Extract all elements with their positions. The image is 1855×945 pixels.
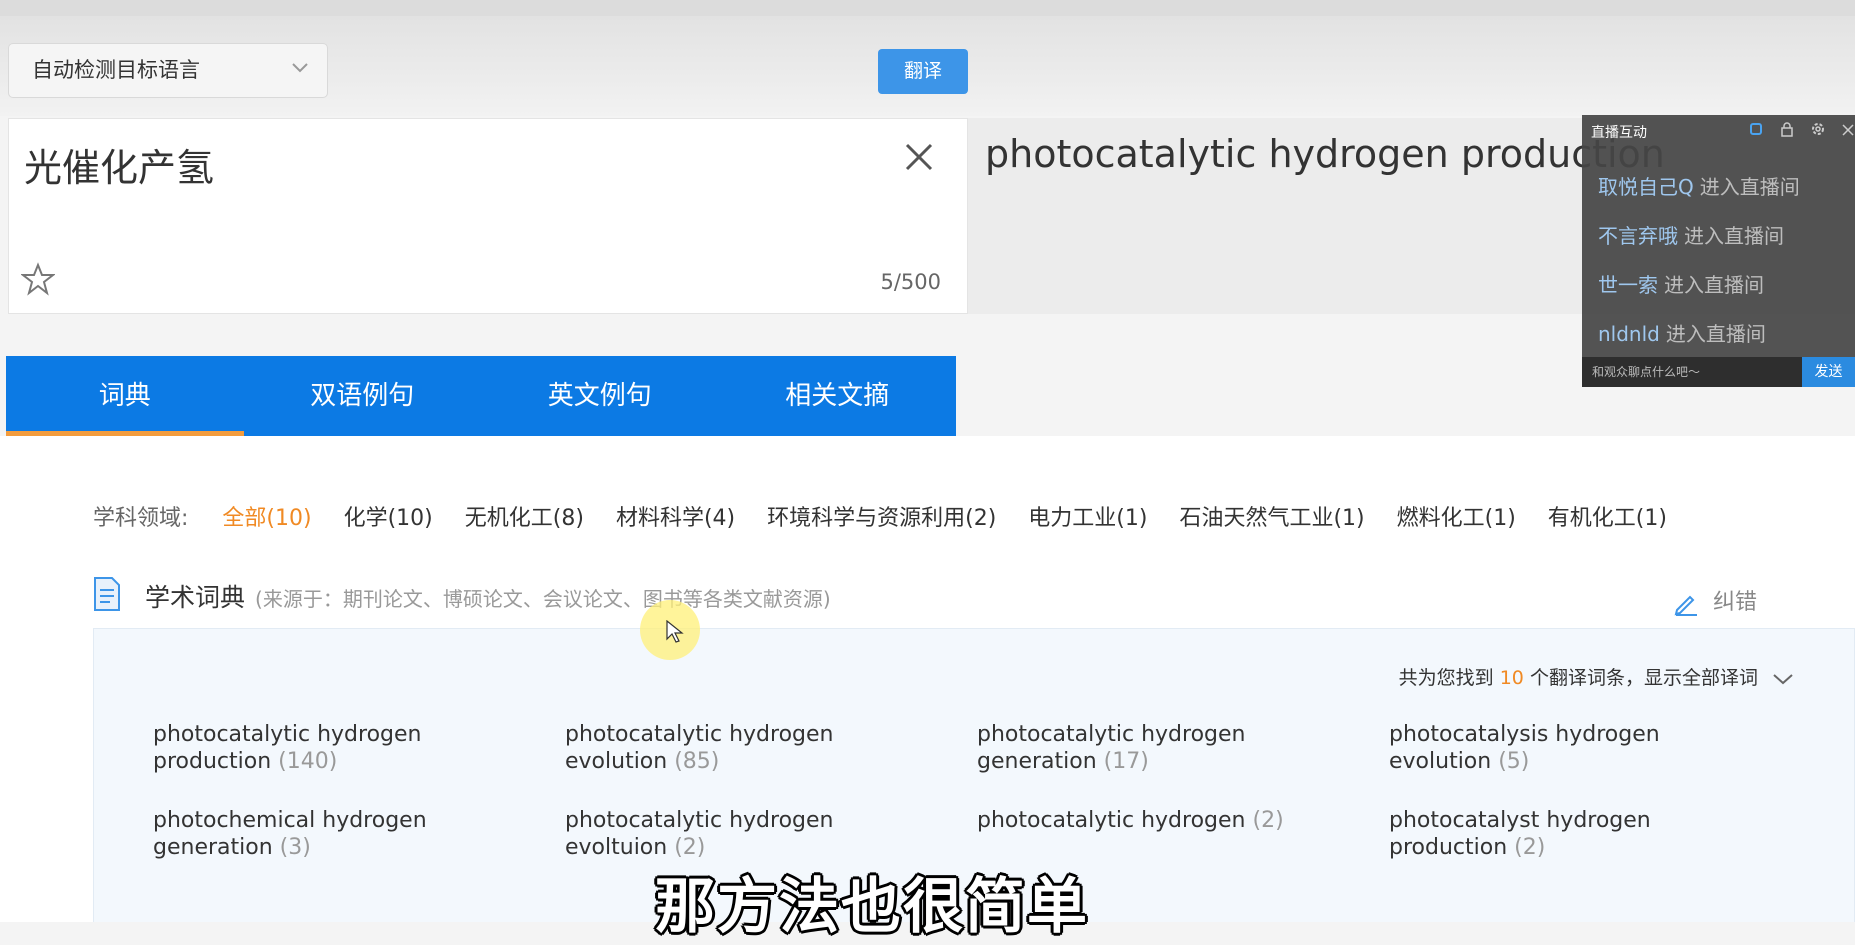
- close-icon[interactable]: [899, 137, 939, 177]
- source-text[interactable]: 光催化产氢: [24, 137, 214, 192]
- term-count: (2): [1514, 835, 1546, 860]
- term-count: (140): [278, 749, 338, 774]
- report-error-label: 纠错: [1713, 590, 1758, 615]
- field-item-organic[interactable]: 有机化工(1): [1548, 500, 1667, 532]
- field-item-chemistry[interactable]: 化学(10): [344, 500, 433, 532]
- chat-user: 不言弃哦: [1598, 224, 1678, 248]
- translate-button[interactable]: 翻译: [878, 49, 968, 94]
- star-icon[interactable]: [21, 262, 55, 296]
- chat-user: 世一索: [1598, 273, 1658, 297]
- term-item[interactable]: photocatalytic hydrogen evolution (85): [565, 721, 885, 775]
- dictionary-title-text: 学术词典: [145, 583, 246, 612]
- chat-action: 进入直播间: [1664, 273, 1764, 297]
- chat-action: 进入直播间: [1699, 175, 1800, 199]
- field-item-power[interactable]: 电力工业(1): [1028, 500, 1147, 532]
- char-counter: 5/500: [880, 270, 941, 294]
- chat-message: 取悦自己Q 进入直播间: [1598, 171, 1800, 200]
- chevron-down-icon: [292, 63, 308, 73]
- translation-text: photocatalytic hydrogen production: [985, 132, 1665, 176]
- chat-input[interactable]: 和观众聊点什么吧～: [1582, 357, 1802, 387]
- subject-field-label: 学科领域:: [93, 506, 189, 531]
- report-error-button[interactable]: 纠错: [1673, 584, 1757, 616]
- term-item[interactable]: photocatalysis hydrogen evolution (5): [1389, 721, 1709, 775]
- term-item[interactable]: photocatalytic hydrogen (2): [977, 807, 1377, 834]
- main-content: 学科领域: 全部(10) 化学(10) 无机化工(8) 材料科学(4) 环境科学…: [0, 436, 1855, 922]
- chat-message: 不言弃哦 进入直播间: [1598, 220, 1784, 249]
- chat-action: 进入直播间: [1684, 224, 1784, 248]
- found-suffix: 个翻译词条，显示全部译词: [1529, 667, 1758, 689]
- close-icon[interactable]: [1841, 122, 1855, 141]
- live-chat-controls: [1748, 121, 1855, 141]
- field-item-petroleum[interactable]: 石油天然气工业(1): [1179, 500, 1364, 532]
- term-item[interactable]: photocatalytic hydrogen evoltuion (2): [565, 807, 885, 861]
- field-item-environment[interactable]: 环境科学与资源利用(2): [767, 500, 996, 532]
- subject-field-filter: 学科领域: 全部(10) 化学(10) 无机化工(8) 材料科学(4) 环境科学…: [93, 500, 1667, 532]
- chat-action: 进入直播间: [1665, 322, 1766, 346]
- live-chat-title: 直播互动: [1591, 125, 1647, 141]
- tab-english-examples[interactable]: 英文例句: [481, 356, 719, 436]
- chat-message: nldnld 进入直播间: [1598, 318, 1766, 347]
- dictionary-source-note: (来源于：期刊论文、博硕论文、会议论文、图书等各类文献资源): [255, 587, 831, 611]
- found-prefix: 共为您找到: [1398, 667, 1494, 689]
- term-item[interactable]: photocatalytic hydrogen generation (17): [977, 721, 1297, 775]
- academic-dictionary-title: 学术词典 (来源于：期刊论文、博硕论文、会议论文、图书等各类文献资源): [145, 578, 831, 614]
- field-item-materials[interactable]: 材料科学(4): [616, 500, 735, 532]
- term-count: (5): [1498, 749, 1530, 774]
- live-chat-overlay: 直播互动 取悦自己Q 进入直播间 不言弃哦 进入直播间 世一索 进入直播间 nldnl…: [1582, 115, 1855, 387]
- mouse-cursor-icon: [666, 620, 684, 643]
- lock-icon[interactable]: [1779, 121, 1795, 141]
- term-item[interactable]: photochemical hydrogen generation (3): [153, 807, 473, 861]
- chat-user: 取悦自己Q: [1598, 175, 1694, 199]
- top-strip: [0, 0, 1855, 16]
- field-item-inorganic[interactable]: 无机化工(8): [465, 500, 584, 532]
- show-all-translations-toggle[interactable]: 共为您找到 10 个翻译词条，显示全部译词: [1399, 663, 1794, 690]
- tab-related-abstracts[interactable]: 相关文摘: [719, 356, 957, 436]
- chat-message: 世一索 进入直播间: [1598, 269, 1764, 298]
- result-tabs: 词典 双语例句 英文例句 相关文摘: [6, 356, 956, 436]
- chevron-down-icon: [1773, 673, 1793, 684]
- term-count: (3): [279, 835, 311, 860]
- term-count: (85): [674, 749, 720, 774]
- video-subtitle: 那方法也很简单: [655, 872, 1089, 942]
- found-count: 10: [1499, 667, 1524, 689]
- send-button[interactable]: 发送: [1802, 357, 1855, 387]
- field-item-all[interactable]: 全部(10): [222, 500, 311, 532]
- target-language-select[interactable]: 自动检测目标语言: [8, 43, 328, 98]
- tab-bilingual-examples[interactable]: 双语例句: [244, 356, 482, 436]
- term-text: photocatalytic hydrogen: [977, 808, 1246, 833]
- academic-dictionary-header: 学术词典 (来源于：期刊论文、博硕论文、会议论文、图书等各类文献资源): [93, 574, 1855, 666]
- term-count: (17): [1103, 749, 1149, 774]
- gear-icon[interactable]: [1810, 121, 1826, 141]
- term-count: (2): [1252, 808, 1284, 833]
- tab-dictionary[interactable]: 词典: [6, 356, 244, 436]
- chat-user: nldnld: [1598, 322, 1660, 346]
- target-language-value: 自动检测目标语言: [32, 58, 200, 82]
- pin-icon[interactable]: [1748, 121, 1764, 141]
- source-text-box[interactable]: 光催化产氢 5/500: [8, 118, 968, 314]
- pencil-icon: [1674, 595, 1697, 616]
- document-icon: [94, 577, 120, 611]
- term-count: (2): [674, 835, 706, 860]
- term-item[interactable]: photocatalytic hydrogen production (140): [153, 721, 473, 775]
- term-item[interactable]: photocatalyst hydrogen production (2): [1389, 807, 1709, 861]
- field-item-fuel[interactable]: 燃料化工(1): [1397, 500, 1516, 532]
